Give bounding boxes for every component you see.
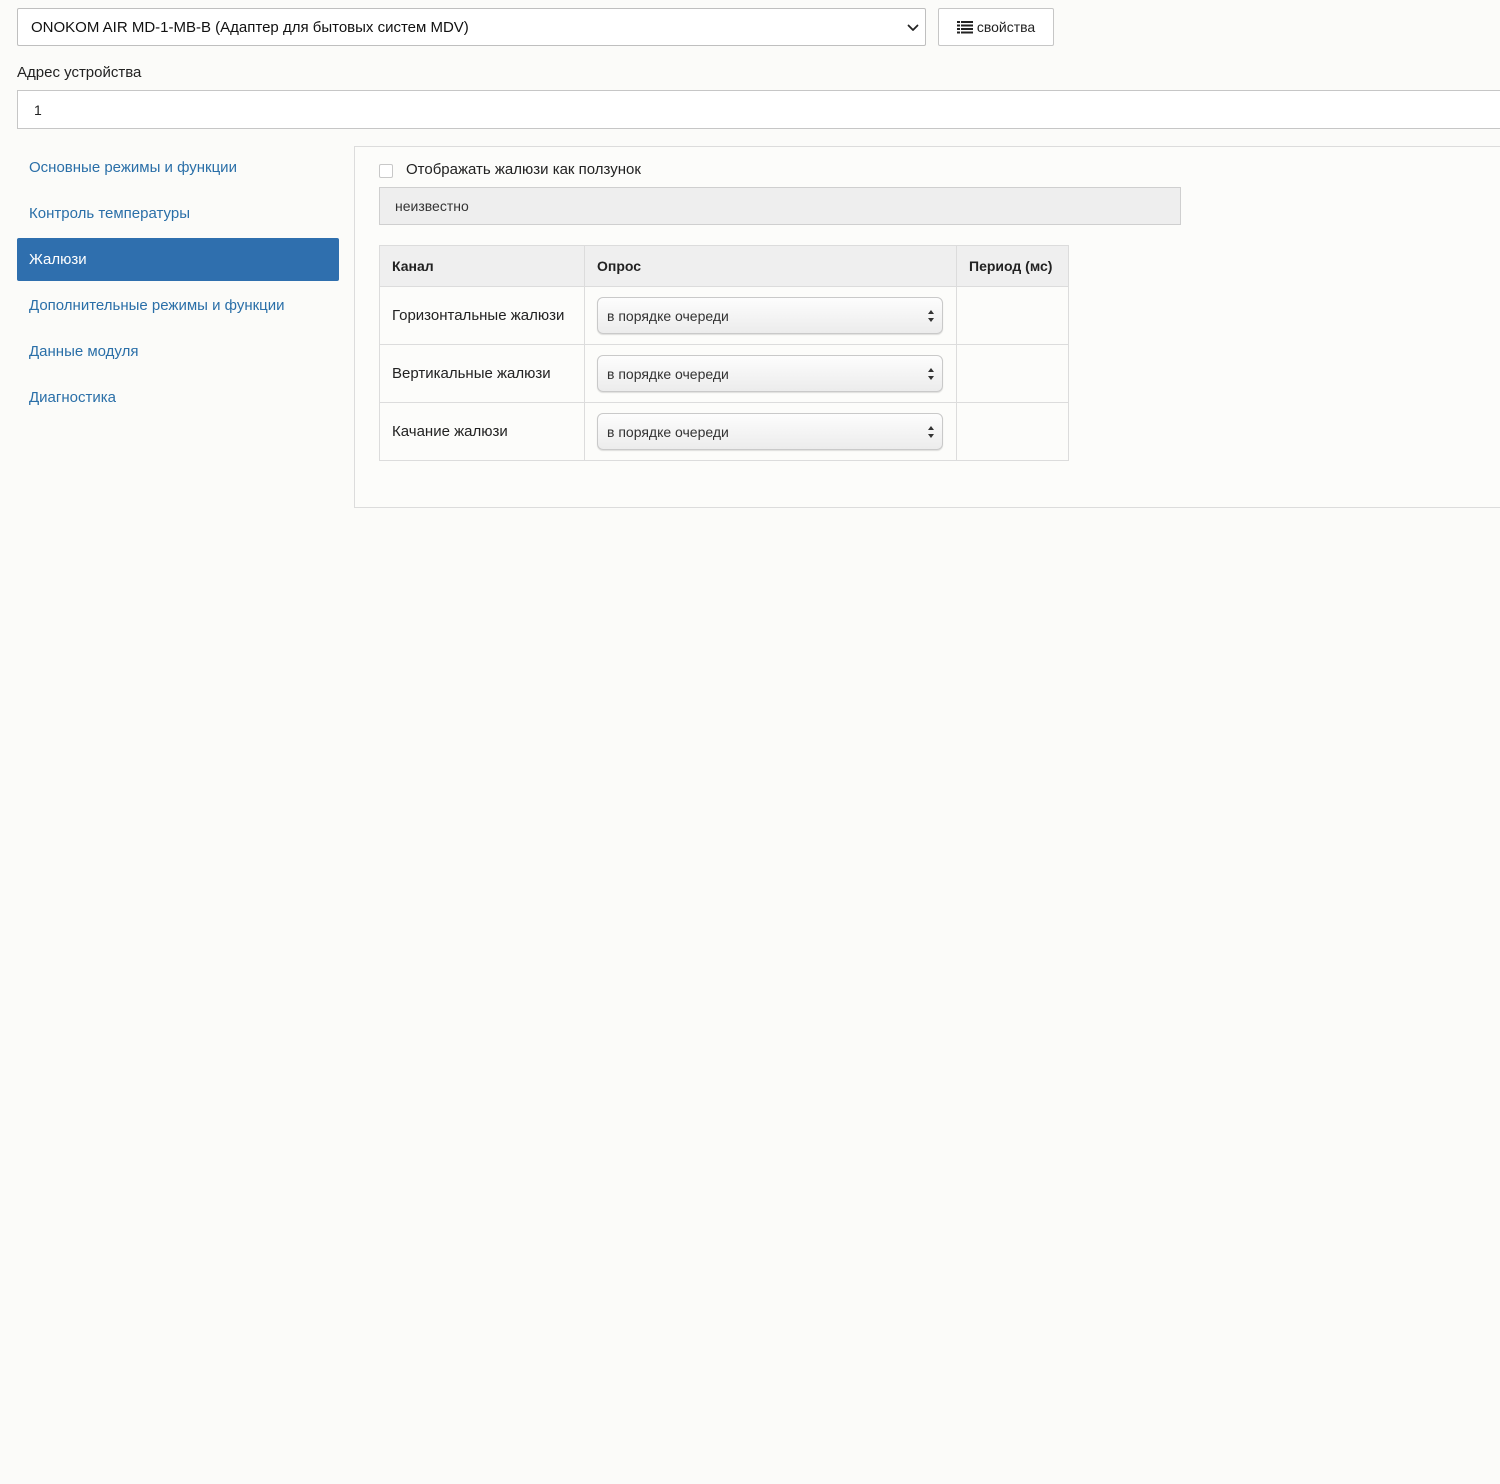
poll-cell: в порядке очереди (584, 286, 957, 345)
poll-mode-value: в порядке очереди (607, 307, 729, 324)
sidebar-item-diagnostics[interactable]: Диагностика (17, 376, 339, 419)
column-header-channel: Канал (379, 245, 585, 287)
period-cell[interactable] (956, 286, 1069, 345)
list-icon (956, 21, 973, 34)
sidebar-item-louvers[interactable]: Жалюзи (17, 238, 339, 281)
sidebar-item-temperature-control[interactable]: Контроль температуры (17, 192, 339, 235)
channels-table: Канал Опрос Период (мс) Горизонтальные ж… (379, 245, 1069, 461)
sidebar-item-module-data[interactable]: Данные модуля (17, 330, 339, 373)
channel-name: Качание жалюзи (379, 402, 585, 461)
up-down-arrows-icon (928, 310, 934, 322)
sidebar-item-basic-modes[interactable]: Основные режимы и функции (17, 146, 339, 189)
poll-mode-value: в порядке очереди (607, 365, 729, 382)
louvers-panel: Отображать жалюзи как ползунок неизвестн… (354, 146, 1500, 508)
sidebar-nav: Основные режимы и функции Контроль темпе… (17, 146, 339, 422)
show-as-slider-label: Отображать жалюзи как ползунок (406, 161, 641, 178)
device-select-value: ONOKOM AIR MD-1-MB-B (Адаптер для бытовы… (31, 18, 469, 36)
device-address-input[interactable]: 1 (17, 90, 1500, 129)
channel-name: Горизонтальные жалюзи (379, 286, 585, 345)
show-as-slider-checkbox[interactable] (379, 163, 393, 178)
table-row: Качание жалюзи в порядке очереди (379, 402, 1069, 461)
poll-mode-select[interactable]: в порядке очереди (597, 355, 943, 392)
slider-option-row: Отображать жалюзи как ползунок (379, 161, 641, 178)
louver-status-value: неизвестно (395, 198, 469, 214)
column-header-period: Период (мс) (956, 245, 1069, 287)
period-cell[interactable] (956, 344, 1069, 403)
device-address-label: Адрес устройства (17, 64, 142, 81)
up-down-arrows-icon (928, 426, 934, 438)
poll-mode-select[interactable]: в порядке очереди (597, 297, 943, 334)
chevron-down-icon (907, 24, 919, 31)
poll-cell: в порядке очереди (584, 402, 957, 461)
sidebar-item-additional-modes[interactable]: Дополнительные режимы и функции (17, 284, 339, 327)
poll-mode-select[interactable]: в порядке очереди (597, 413, 943, 450)
table-row: Вертикальные жалюзи в порядке очереди (379, 344, 1069, 403)
poll-cell: в порядке очереди (584, 344, 957, 403)
table-row: Горизонтальные жалюзи в порядке очереди (379, 286, 1069, 345)
up-down-arrows-icon (928, 368, 934, 380)
device-address-value: 1 (34, 101, 42, 118)
device-select[interactable]: ONOKOM AIR MD-1-MB-B (Адаптер для бытовы… (17, 8, 926, 46)
poll-mode-value: в порядке очереди (607, 423, 729, 440)
properties-button-label: свойства (976, 19, 1036, 35)
period-cell[interactable] (956, 402, 1069, 461)
channel-name: Вертикальные жалюзи (379, 344, 585, 403)
louver-status-field: неизвестно (379, 187, 1181, 225)
table-header-row: Канал Опрос Период (мс) (379, 245, 1069, 287)
properties-button[interactable]: свойства (938, 8, 1054, 46)
column-header-poll: Опрос (584, 245, 957, 287)
